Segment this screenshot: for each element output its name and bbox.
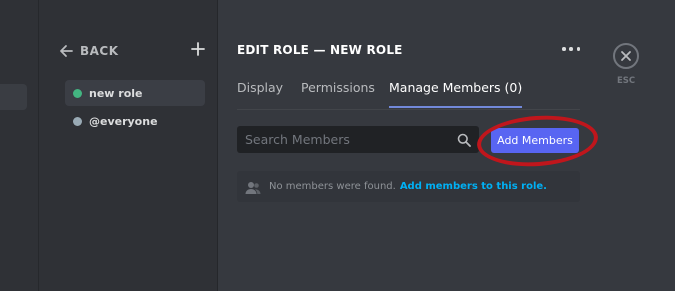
back-button[interactable]: BACK bbox=[59, 42, 205, 60]
more-dot-icon bbox=[569, 47, 573, 51]
tab-manage-members[interactable]: Manage Members (0) bbox=[389, 80, 523, 108]
role-name: @everyone bbox=[89, 114, 158, 128]
search-placeholder: Search Members bbox=[245, 132, 350, 147]
page-title: EDIT ROLE — NEW ROLE bbox=[237, 43, 403, 57]
tab-bar: Display Permissions Manage Members (0) bbox=[237, 80, 580, 110]
search-members-input[interactable]: Search Members bbox=[237, 126, 479, 153]
role-item-everyone[interactable]: @everyone bbox=[65, 108, 205, 134]
more-dot-icon bbox=[562, 47, 566, 51]
tab-display[interactable]: Display bbox=[237, 80, 283, 108]
add-members-link[interactable]: Add members to this role. bbox=[400, 181, 547, 192]
role-name: new role bbox=[89, 86, 143, 100]
arrow-left-icon bbox=[59, 44, 73, 58]
members-icon bbox=[245, 180, 261, 194]
server-sidebar-selected-item[interactable] bbox=[0, 84, 27, 110]
empty-state: No members were found. Add members to th… bbox=[237, 171, 580, 202]
more-options-button[interactable] bbox=[562, 44, 580, 54]
more-dot-icon bbox=[576, 47, 580, 51]
close-icon bbox=[621, 51, 631, 61]
plus-icon bbox=[191, 42, 205, 56]
roles-panel: BACK new role @everyone bbox=[38, 0, 218, 291]
server-sidebar bbox=[0, 0, 38, 291]
role-color-dot bbox=[73, 88, 82, 98]
role-item-new-role[interactable]: new role bbox=[65, 80, 205, 106]
empty-message: No members were found. bbox=[269, 181, 396, 192]
add-members-button[interactable]: Add Members bbox=[491, 128, 579, 153]
back-label: BACK bbox=[80, 44, 119, 58]
tab-permissions[interactable]: Permissions bbox=[301, 80, 375, 108]
role-color-dot bbox=[73, 116, 82, 126]
role-editor: EDIT ROLE — NEW ROLE Display Permissions… bbox=[218, 0, 608, 291]
add-role-button[interactable] bbox=[190, 41, 206, 57]
close-button[interactable] bbox=[613, 43, 639, 69]
esc-label: ESC bbox=[617, 76, 636, 86]
search-icon bbox=[457, 132, 471, 147]
